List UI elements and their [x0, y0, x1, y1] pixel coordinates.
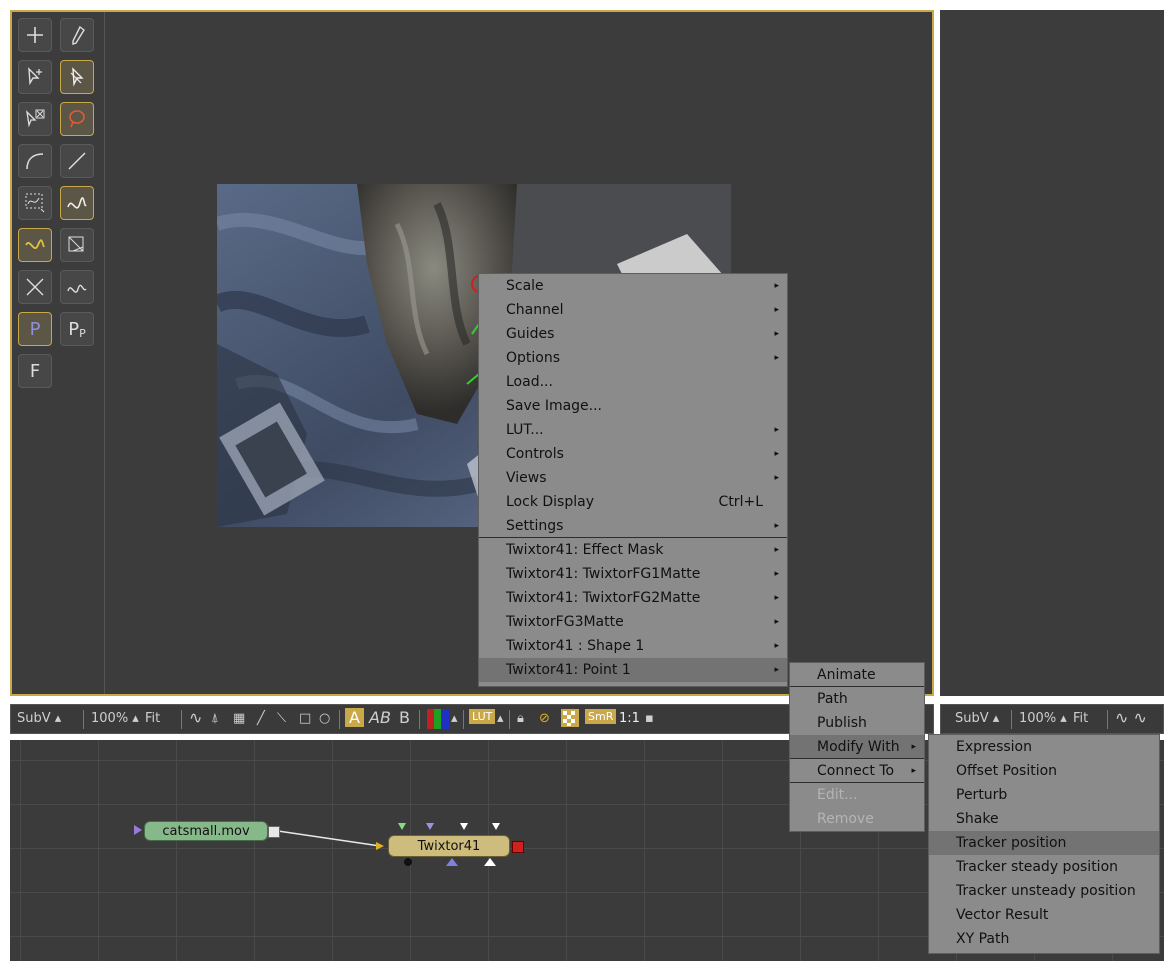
menu-item-twixtor41-twixtorfg1matte[interactable]: Twixtor41: TwixtorFG1Matte ▸	[479, 562, 787, 586]
menu-item-label: Twixtor41: TwixtorFG2Matte	[506, 590, 701, 606]
submenu-arrow-icon: ▸	[774, 353, 779, 363]
menu-item-path[interactable]: Path	[790, 687, 924, 711]
menu-item-label: Tracker steady position	[956, 859, 1119, 875]
point-submenu: Animate Path Publish Modify With ▸ Connect To…	[789, 662, 925, 832]
menu-item-twixtor41-point-1[interactable]: Twixtor41: Point 1 ▸	[479, 658, 787, 682]
menu-item-connect-to[interactable]: Connect To ▸	[790, 759, 924, 783]
menu-item-guides[interactable]: Guides ▸	[479, 322, 787, 346]
menu-item-label: Expression	[956, 739, 1032, 755]
submenu-arrow-icon: ▸	[774, 545, 779, 555]
menu-item-controls[interactable]: Controls ▸	[479, 442, 787, 466]
menu-item-label: Edit...	[817, 787, 858, 803]
menu-item-label: Channel	[506, 302, 564, 318]
menu-item-label: Tracker unsteady position	[956, 883, 1136, 899]
submenu-arrow-icon: ▸	[774, 617, 779, 627]
submenu-arrow-icon: ▸	[774, 449, 779, 459]
menu-item-xy-path[interactable]: XY Path	[929, 927, 1159, 951]
menu-item-perturb[interactable]: Perturb	[929, 783, 1159, 807]
menu-item-modify-with[interactable]: Modify With ▸	[790, 735, 924, 759]
menu-item-label: XY Path	[956, 931, 1010, 947]
submenu-arrow-icon: ▸	[774, 305, 779, 315]
menu-item-lut[interactable]: LUT... ▸	[479, 418, 787, 442]
submenu-arrow-icon: ▸	[774, 641, 779, 651]
twixtor-output-port[interactable]	[512, 841, 524, 853]
viewer-context-menu: Scale ▸ Channel ▸ Guides ▸ Options ▸ Load... Save…	[478, 273, 788, 687]
menu-item-label: Guides	[506, 326, 555, 342]
menu-item-shake[interactable]: Shake	[929, 807, 1159, 831]
menu-item-label: Controls	[506, 446, 564, 462]
menu-item-channel[interactable]: Channel ▸	[479, 298, 787, 322]
menu-item-save-image[interactable]: Save Image...	[479, 394, 787, 418]
modify-with-submenu: Expression Offset Position Perturb Shake Tra…	[928, 734, 1160, 954]
twixtor-node-label: Twixtor41	[417, 838, 481, 854]
menu-item-twixtor41-shape-1[interactable]: Twixtor41 : Shape 1 ▸	[479, 634, 787, 658]
menu-item-remove[interactable]: Remove	[790, 807, 924, 831]
menu-item-expression[interactable]: Expression	[929, 735, 1159, 759]
menu-item-label: Modify With	[817, 739, 900, 755]
loader-output-port[interactable]	[268, 826, 280, 838]
loader-node-label: catsmall.mov	[162, 823, 250, 839]
menu-item-edit[interactable]: Edit...	[790, 783, 924, 807]
menu-item-vector-result[interactable]: Vector Result	[929, 903, 1159, 927]
menu-item-tracker-position[interactable]: Tracker position	[929, 831, 1159, 855]
menu-item-label: TwixtorFG3Matte	[506, 614, 624, 630]
menu-item-lock-display[interactable]: Lock Display Ctrl+L	[479, 490, 787, 514]
twixtor-node[interactable]: Twixtor41	[388, 835, 510, 857]
menu-item-tracker-unsteady-position[interactable]: Tracker unsteady position	[929, 879, 1159, 903]
menu-item-load[interactable]: Load...	[479, 370, 787, 394]
menu-item-label: Path	[817, 691, 848, 707]
submenu-arrow-icon: ▸	[774, 569, 779, 579]
menu-item-label: Twixtor41 : Shape 1	[506, 638, 645, 654]
menu-item-label: Remove	[817, 811, 874, 827]
submenu-arrow-icon: ▸	[774, 521, 779, 531]
loader-node[interactable]: catsmall.mov	[144, 821, 268, 841]
menu-item-label: Twixtor41: TwixtorFG1Matte	[506, 566, 701, 582]
submenu-arrow-icon: ▸	[774, 593, 779, 603]
submenu-arrow-icon: ▸	[774, 281, 779, 291]
menu-item-label: Twixtor41: Point 1	[506, 662, 631, 678]
menu-item-twixtorfg3matte[interactable]: TwixtorFG3Matte ▸	[479, 610, 787, 634]
menu-item-settings[interactable]: Settings ▸	[479, 514, 787, 538]
submenu-arrow-icon: ▸	[774, 425, 779, 435]
submenu-arrow-icon: ▸	[911, 766, 916, 776]
menu-item-label: Lock Display	[506, 494, 594, 510]
menu-item-label: Vector Result	[956, 907, 1049, 923]
submenu-arrow-icon: ▸	[774, 473, 779, 483]
menu-item-label: Views	[506, 470, 547, 486]
menu-item-animate[interactable]: Animate	[790, 663, 924, 687]
menu-item-label: Settings	[506, 518, 564, 534]
menu-item-scale[interactable]: Scale ▸	[479, 274, 787, 298]
menu-item-label: Animate	[817, 667, 876, 683]
menu-item-label: Offset Position	[956, 763, 1058, 779]
menu-item-twixtor41-twixtorfg2matte[interactable]: Twixtor41: TwixtorFG2Matte ▸	[479, 586, 787, 610]
menu-item-label: Twixtor41: Effect Mask	[506, 542, 664, 558]
menu-item-views[interactable]: Views ▸	[479, 466, 787, 490]
menu-item-tracker-steady-position[interactable]: Tracker steady position	[929, 855, 1159, 879]
submenu-arrow-icon: ▸	[911, 742, 916, 752]
menu-item-label: Perturb	[956, 787, 1008, 803]
menu-item-publish[interactable]: Publish	[790, 711, 924, 735]
submenu-arrow-icon: ▸	[774, 329, 779, 339]
menu-item-options[interactable]: Options ▸	[479, 346, 787, 370]
menu-item-label: Scale	[506, 278, 544, 294]
menu-item-label: Load...	[506, 374, 553, 390]
submenu-arrow-icon: ▸	[774, 665, 779, 675]
menu-item-label: Publish	[817, 715, 867, 731]
menu-item-label: Connect To	[817, 763, 895, 779]
menu-item-label: Shake	[956, 811, 999, 827]
menu-item-offset-position[interactable]: Offset Position	[929, 759, 1159, 783]
menu-item-label: Options	[506, 350, 561, 366]
menu-item-label: Save Image...	[506, 398, 603, 414]
menu-item-shortcut: Ctrl+L	[718, 494, 763, 510]
menu-item-label: Tracker position	[956, 835, 1067, 851]
menu-item-label: LUT...	[506, 422, 544, 438]
menu-item-twixtor41-effect-mask[interactable]: Twixtor41: Effect Mask ▸	[479, 538, 787, 562]
